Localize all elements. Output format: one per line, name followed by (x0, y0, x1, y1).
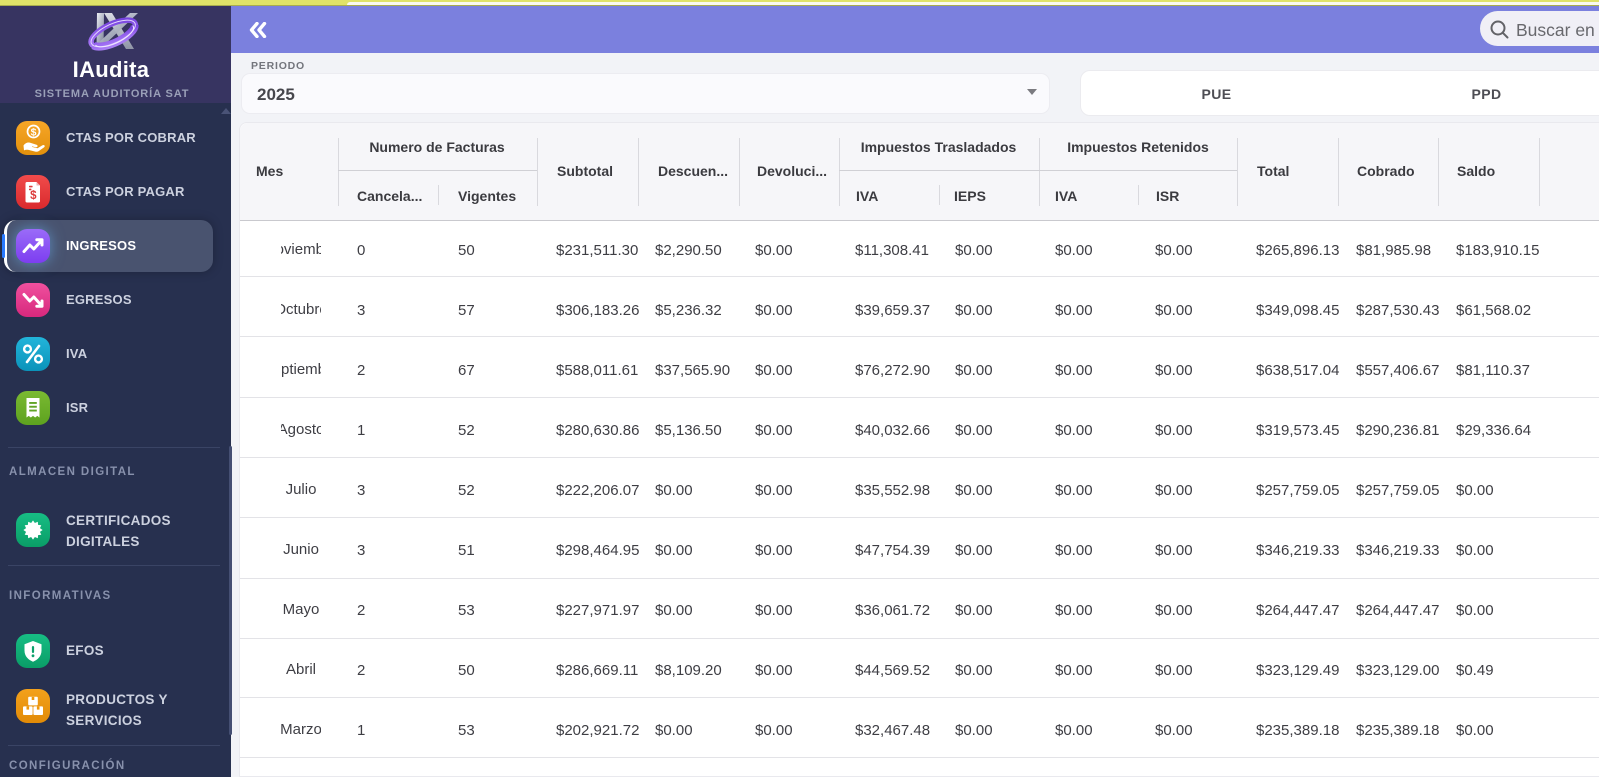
svg-text:$: $ (30, 190, 37, 202)
svg-text:$: $ (31, 126, 37, 138)
